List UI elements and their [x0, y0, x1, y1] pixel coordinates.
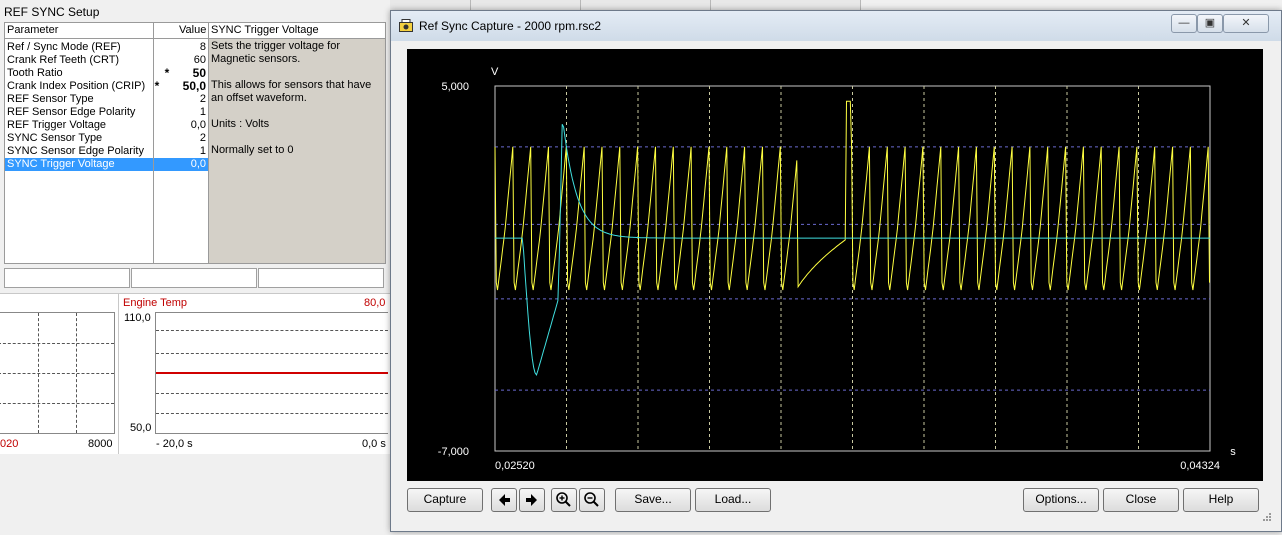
zoom-in-button[interactable] [551, 488, 577, 512]
x-unit-label: s [1230, 446, 1236, 458]
parameter-row-value[interactable]: 8 [200, 41, 206, 54]
grid-header: Parameter Value SYNC Trigger Voltage [5, 23, 385, 39]
zoom-in-icon [556, 492, 571, 507]
y-max-label: 5,000 [441, 81, 469, 93]
scope-svg: 5,000 -7,000 V 0,02520 0,04324 s [438, 66, 1236, 472]
load-button-label: Load... [714, 492, 752, 506]
parameter-row-name[interactable]: Ref / Sync Mode (REF) [7, 41, 121, 54]
engine-temp-ymin: 50,0 [130, 422, 152, 434]
save-button-label: Save... [634, 492, 672, 506]
rpm-gauge-plot [0, 312, 115, 434]
engine-temp-value: 80,0 [364, 297, 386, 309]
parameter-row-name[interactable]: REF Trigger Voltage [7, 119, 106, 132]
status-bar [4, 268, 384, 288]
parameter-column: Ref / Sync Mode (REF) Crank Ref Teeth (CR… [5, 39, 153, 263]
minimize-button[interactable]: — [1171, 14, 1197, 33]
modified-star: * [154, 79, 160, 93]
header-parameter: Parameter [7, 24, 59, 36]
parameter-row-name[interactable]: Crank Index Position (CRIP) [7, 80, 145, 93]
engine-temp-title: Engine Temp [123, 297, 188, 309]
scroll-left-button[interactable] [491, 488, 517, 512]
maximize-button[interactable]: ▣ [1197, 14, 1223, 33]
parameter-row-name[interactable]: SYNC Sensor Edge Polarity [7, 145, 144, 158]
load-button[interactable]: Load... [695, 488, 771, 512]
rpm-max-label: 8000 [88, 438, 113, 450]
scroll-right-button[interactable] [519, 488, 545, 512]
help-button-label: Help [1208, 492, 1234, 506]
parameter-row-name[interactable]: REF Sensor Edge Polarity [7, 106, 135, 119]
parameter-description: Sets the trigger voltage for Magnetic se… [211, 40, 381, 170]
zoom-out-icon [584, 492, 599, 507]
capture-button-label: Capture [423, 492, 467, 506]
minimize-icon: — [1178, 17, 1190, 29]
options-button[interactable]: Options... [1023, 488, 1099, 512]
y-unit-label: V [491, 66, 499, 78]
close-window-button[interactable]: ✕ [1223, 14, 1269, 33]
gauge-area: 020 8000 Engine Temp 80,0 110,0 50,0 - 2… [0, 293, 390, 454]
restore-icon: ▣ [1204, 17, 1216, 29]
parameter-row-name[interactable]: SYNC Sensor Type [7, 132, 102, 145]
parameter-row-name[interactable]: REF Sensor Type [7, 93, 94, 106]
status-cell [131, 268, 257, 288]
parameter-row-value[interactable]: 50,0 * [155, 80, 206, 93]
setup-title: REF SYNC Setup [4, 5, 100, 19]
resize-grip-icon[interactable] [1261, 511, 1271, 521]
status-cell [258, 268, 384, 288]
help-button[interactable]: Help [1183, 488, 1259, 512]
description-line: Normally set to 0 [211, 144, 294, 156]
description-line: Units : Volts [211, 118, 270, 130]
engine-temp-x-end: 0,0 s [362, 438, 386, 450]
parameter-row-value[interactable]: 2 [200, 93, 206, 106]
parameter-row-name[interactable]: Tooth Ratio [7, 67, 63, 80]
close-button[interactable]: Close [1103, 488, 1179, 512]
close-button-label: Close [1125, 492, 1157, 506]
parameter-row-value[interactable]: 1 [200, 145, 206, 158]
modified-star: * [164, 66, 170, 80]
engine-temp-plot [155, 312, 388, 434]
value-column: 8 60 50 * 50,0 * 2 1 0,0 2 1 0,0 [154, 39, 208, 263]
capture-button[interactable]: Capture [407, 488, 483, 512]
capture-client: 5,000 -7,000 V 0,02520 0,04324 s Capture [399, 41, 1273, 523]
app-icon [399, 19, 413, 32]
arrow-right-icon [526, 494, 537, 506]
parameter-row-value[interactable]: 0,0 [191, 119, 206, 132]
scope-chart: 5,000 -7,000 V 0,02520 0,04324 s [407, 49, 1263, 481]
engine-temp-ymax: 110,0 [124, 312, 151, 324]
parameter-row-value[interactable]: 0,0 [154, 158, 208, 171]
engine-temp-trace [156, 372, 388, 374]
zoom-out-button[interactable] [579, 488, 605, 512]
engine-temp-x-start: - 20,0 s [156, 438, 193, 450]
y-min-label: -7,000 [438, 446, 469, 458]
save-button[interactable]: Save... [615, 488, 691, 512]
title-bar[interactable]: Ref Sync Capture - 2000 rpm.rsc2 — ▣ ✕ [391, 11, 1281, 41]
ref-sync-capture-window: Ref Sync Capture - 2000 rpm.rsc2 — ▣ ✕ 5… [390, 10, 1282, 532]
status-cell [4, 268, 130, 288]
description-line: This allows for sensors that have an off… [211, 79, 372, 104]
description-line: Sets the trigger voltage for Magnetic se… [211, 40, 341, 65]
parameter-row-name[interactable]: SYNC Trigger Voltage [5, 158, 153, 171]
window-title: Ref Sync Capture - 2000 rpm.rsc2 [419, 19, 602, 33]
x-max-label: 0,04324 [1180, 460, 1220, 472]
header-value: Value [179, 24, 207, 36]
arrow-left-icon [499, 494, 510, 506]
parameter-row-value[interactable]: 1 [200, 106, 206, 119]
options-button-label: Options... [1035, 492, 1087, 506]
parameter-row-name[interactable]: Crank Ref Teeth (CRT) [7, 54, 119, 67]
x-min-label: 0,02520 [495, 460, 535, 472]
rpm-min-label: 020 [0, 438, 19, 450]
parameter-row-value[interactable]: 2 [200, 132, 206, 145]
close-icon: ✕ [1241, 17, 1251, 29]
setup-panel: REF SYNC Setup Parameter Value SYNC Trig… [0, 0, 390, 535]
parameter-grid: Parameter Value SYNC Trigger Voltage Ref… [4, 22, 386, 264]
header-description: SYNC Trigger Voltage [211, 24, 319, 36]
